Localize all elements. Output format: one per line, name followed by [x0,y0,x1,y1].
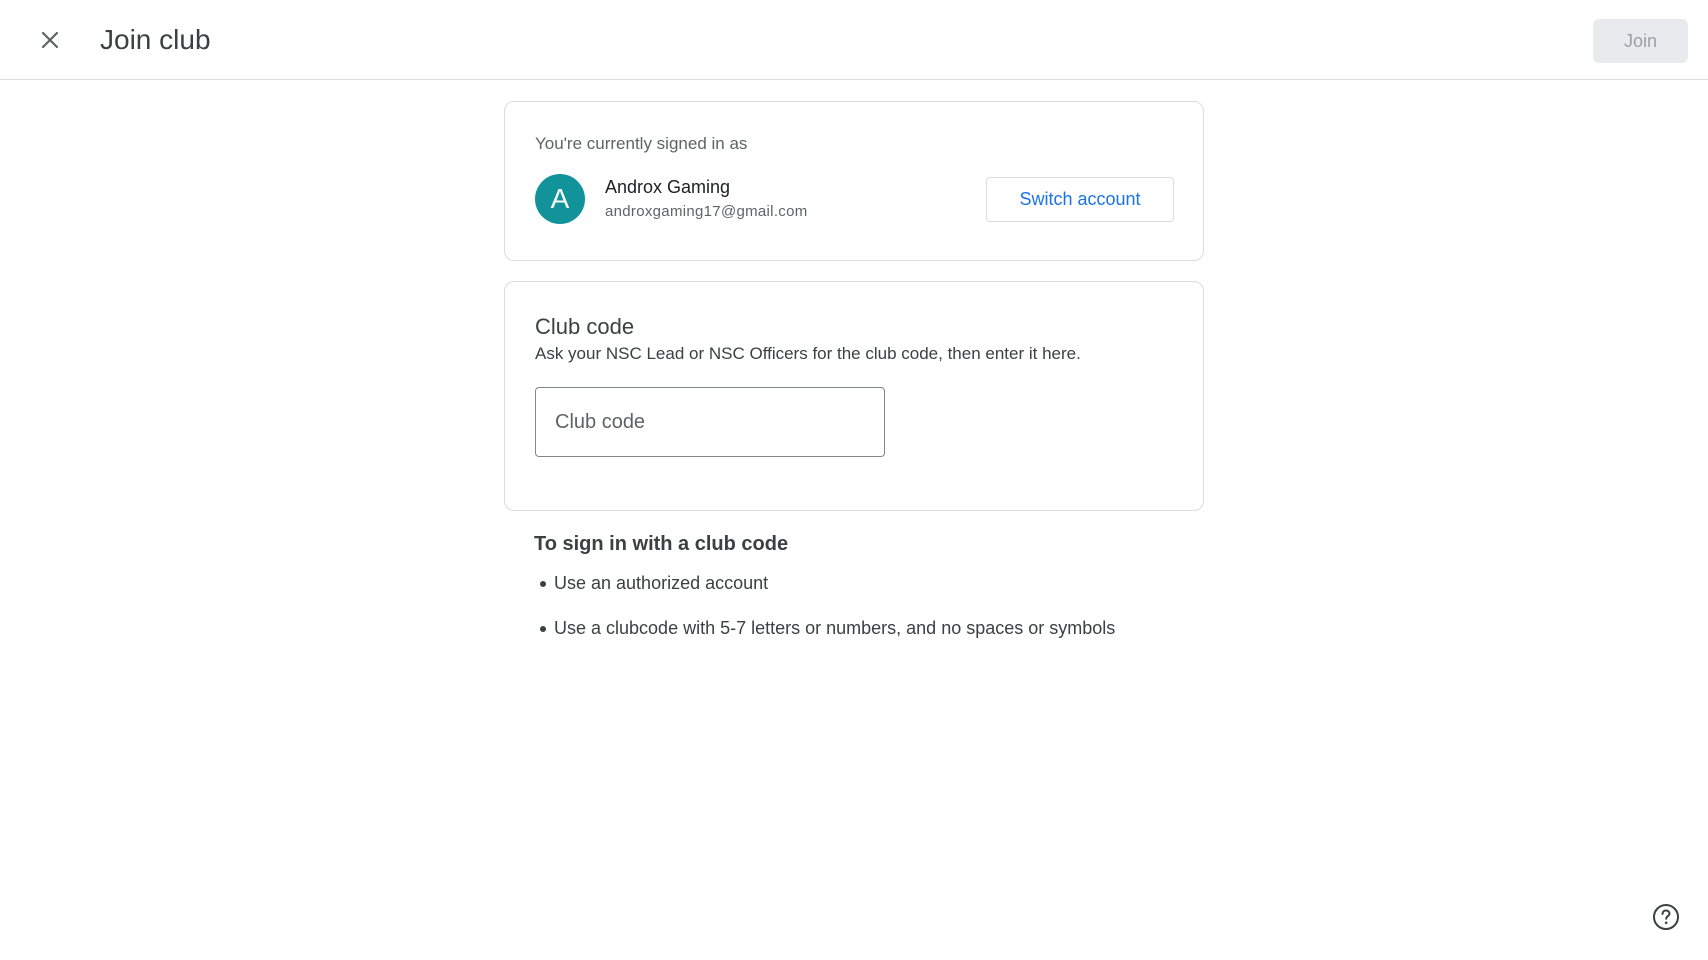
bullet-icon [540,581,546,587]
signed-in-label: You're currently signed in as [535,134,748,153]
join-button[interactable]: Join [1593,19,1688,63]
avatar: A [535,174,585,224]
top-bar: Join club Join [0,0,1708,80]
close-icon [41,31,59,49]
club-code-description: Ask your NSC Lead or NSC Officers for th… [535,344,1081,363]
page-title: Join club [100,24,211,55]
club-code-input[interactable] [535,387,885,457]
close-button[interactable] [30,20,70,60]
list-item: Use a clubcode with 5-7 letters or numbe… [534,617,1174,639]
help-button[interactable] [1649,900,1683,934]
help-title: To sign in with a club code [534,533,789,555]
club-code-card: Club code Ask your NSC Lead or NSC Offic… [504,281,1204,511]
help-item-text: Use a clubcode with 5-7 letters or numbe… [554,618,1116,638]
account-email: androxgaming17@gmail.com [605,203,808,220]
list-item: Use an authorized account [534,572,1174,594]
account-card: You're currently signed in as A Androx G… [504,101,1204,261]
switch-account-button[interactable]: Switch account [986,177,1174,222]
help-section: To sign in with a club code Use an autho… [534,533,1174,662]
help-list: Use an authorized account Use a clubcode… [534,572,1174,639]
account-name: Androx Gaming [605,177,731,197]
bullet-icon [540,626,546,632]
help-item-text: Use an authorized account [554,573,769,593]
club-code-title: Club code [535,314,635,339]
help-icon [1653,904,1679,930]
